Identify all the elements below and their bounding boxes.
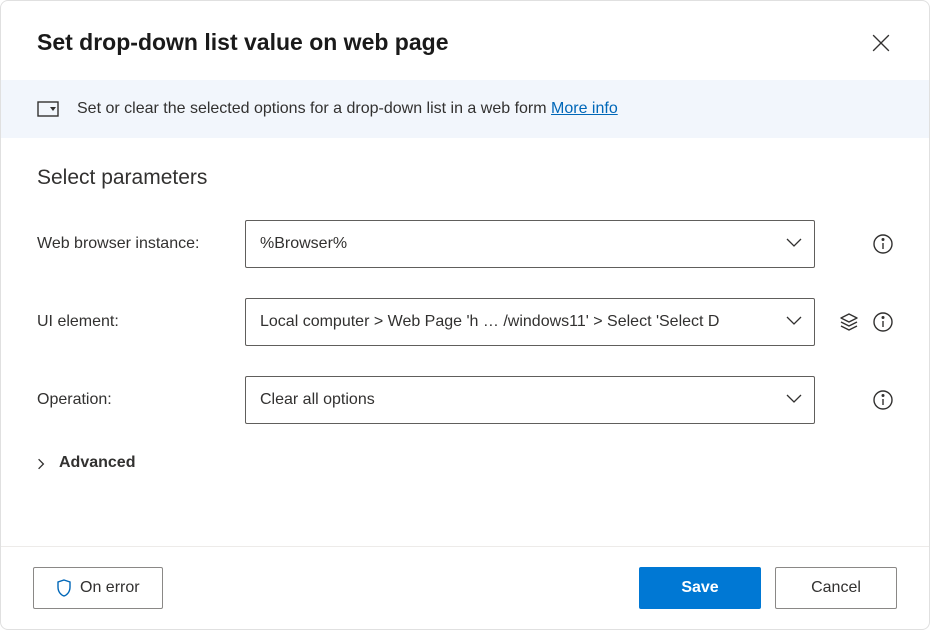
browser-icons <box>835 234 893 254</box>
close-icon <box>872 34 890 52</box>
chevron-down-icon <box>786 235 802 253</box>
element-value: Local computer > Web Page 'h … /windows1… <box>260 313 719 331</box>
chevron-right-icon <box>37 457 49 469</box>
dialog-footer: On error Save Cancel <box>1 546 929 629</box>
layers-icon[interactable] <box>839 312 859 332</box>
operation-select[interactable]: Clear all options <box>245 376 815 424</box>
operation-value: Clear all options <box>260 391 375 409</box>
on-error-label: On error <box>80 579 140 597</box>
banner-description: Set or clear the selected options for a … <box>77 100 618 118</box>
chevron-down-icon <box>786 391 802 409</box>
info-banner: Set or clear the selected options for a … <box>1 80 929 138</box>
info-icon[interactable] <box>873 390 893 410</box>
param-row-element: UI element: Local computer > Web Page 'h… <box>37 298 893 346</box>
on-error-button[interactable]: On error <box>33 567 163 609</box>
banner-text-span: Set or clear the selected options for a … <box>77 100 551 117</box>
cancel-label: Cancel <box>811 579 861 597</box>
browser-control: %Browser% <box>245 220 815 268</box>
dialog-title: Set drop-down list value on web page <box>37 29 448 56</box>
content-area: Select parameters Web browser instance: … <box>1 138 929 546</box>
save-label: Save <box>681 579 718 597</box>
advanced-toggle[interactable]: Advanced <box>37 454 893 472</box>
browser-label: Web browser instance: <box>37 235 225 253</box>
advanced-label: Advanced <box>59 454 135 472</box>
info-icon[interactable] <box>873 234 893 254</box>
info-icon[interactable] <box>873 312 893 332</box>
cancel-button[interactable]: Cancel <box>775 567 897 609</box>
dropdown-action-icon <box>37 101 59 117</box>
operation-icons <box>835 390 893 410</box>
close-button[interactable] <box>869 31 893 55</box>
more-info-link[interactable]: More info <box>551 100 618 117</box>
element-select[interactable]: Local computer > Web Page 'h … /windows1… <box>245 298 815 346</box>
footer-actions: Save Cancel <box>639 567 897 609</box>
element-control: Local computer > Web Page 'h … /windows1… <box>245 298 815 346</box>
param-row-operation: Operation: Clear all options <box>37 376 893 424</box>
element-label: UI element: <box>37 313 225 331</box>
dialog-header: Set drop-down list value on web page <box>1 1 929 80</box>
operation-control: Clear all options <box>245 376 815 424</box>
browser-select[interactable]: %Browser% <box>245 220 815 268</box>
browser-value: %Browser% <box>260 235 347 253</box>
shield-icon <box>56 579 72 597</box>
param-row-browser: Web browser instance: %Browser% <box>37 220 893 268</box>
operation-label: Operation: <box>37 391 225 409</box>
section-title: Select parameters <box>37 166 893 190</box>
chevron-down-icon <box>786 313 802 331</box>
element-icons <box>835 312 893 332</box>
save-button[interactable]: Save <box>639 567 761 609</box>
